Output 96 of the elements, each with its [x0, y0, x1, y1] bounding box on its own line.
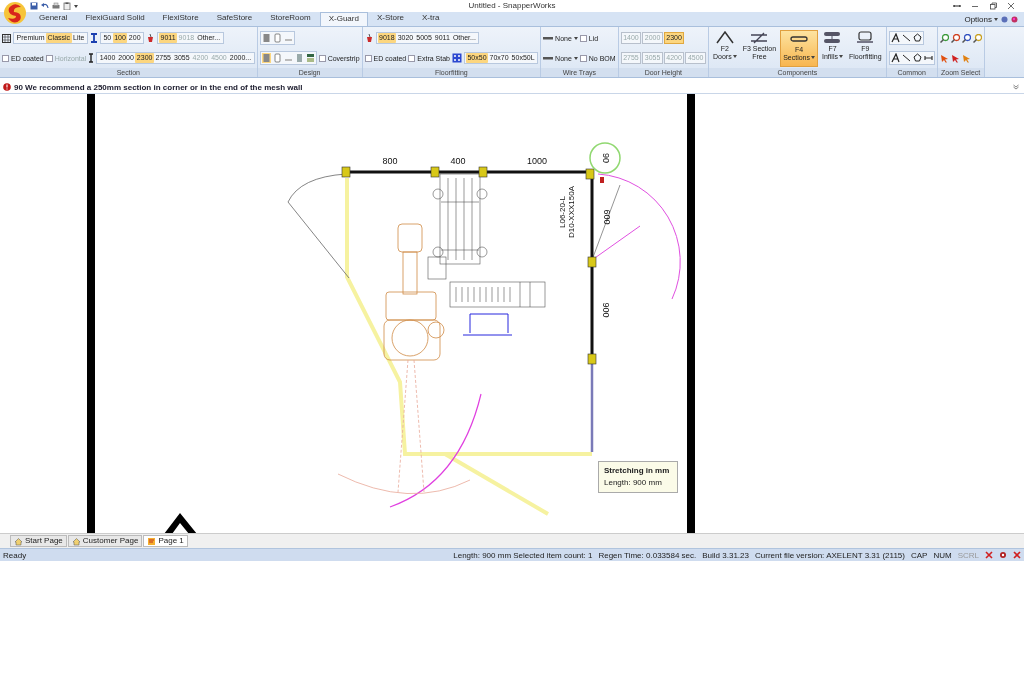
ribbon-tab[interactable]: SafeStore	[207, 12, 262, 26]
ribbon-tab[interactable]: StoreRoom	[261, 12, 320, 26]
checkbox[interactable]	[364, 54, 372, 62]
status-text: Ready	[3, 550, 27, 560]
handle-marker[interactable]	[600, 177, 604, 183]
caret-icon	[838, 54, 843, 58]
page-tab[interactable]: Customer Page	[67, 535, 143, 547]
status-text: Current file version: AXELENT 3.31 (2115)	[755, 550, 905, 560]
part-label: D10-XXX150A	[567, 186, 577, 238]
palette-icon[interactable]	[1011, 16, 1018, 23]
component-icon	[856, 30, 875, 44]
caret-icon	[573, 36, 578, 40]
ribbon-tab[interactable]: X-Store	[367, 12, 414, 26]
panel-style-icon[interactable]	[272, 53, 282, 63]
zoom-icon[interactable]	[972, 33, 982, 43]
dimension-label: 800	[382, 156, 398, 167]
ribbon-tab[interactable]: General	[30, 12, 77, 26]
ribbon-tab[interactable]: X-Guard	[319, 12, 368, 26]
paint-bucket-icon	[146, 33, 156, 43]
page-tab[interactable]: Page 1	[143, 535, 188, 547]
pointer-icon[interactable]	[939, 53, 949, 63]
error-icon	[3, 83, 11, 91]
mesh-panel-icon	[2, 33, 11, 43]
draw-tool-icon[interactable]	[901, 33, 911, 43]
status-text: Length: 900 mm Selected item count: 1	[453, 550, 593, 560]
caret-icon	[74, 4, 78, 8]
status-text: Build 3.31.23	[702, 550, 749, 560]
ribbon-tab[interactable]: FlexiStore	[153, 12, 208, 26]
delete-icon[interactable]	[985, 551, 993, 559]
pointer-icon[interactable]	[950, 53, 960, 63]
undo-icon[interactable]	[41, 2, 49, 10]
zoom-icon[interactable]	[961, 33, 971, 43]
post-icon	[89, 33, 98, 43]
print-icon[interactable]	[52, 2, 60, 10]
delete-icon[interactable]	[1013, 551, 1021, 559]
zoom-icon[interactable]	[939, 33, 949, 43]
component-icon	[750, 30, 769, 44]
status-indicator: CAP	[911, 550, 928, 560]
dimension-label: 400	[450, 156, 466, 167]
draw-tool-icon[interactable]	[890, 53, 900, 63]
message-text: 90 We recommend a 250mm section in corner or in the end of the mesh wall	[14, 82, 303, 92]
selection-circle	[589, 142, 621, 174]
panel-style-icon[interactable]	[261, 33, 271, 43]
caret-icon	[811, 55, 815, 59]
options-menu[interactable]: Options	[964, 15, 998, 24]
base-plate-icon	[451, 53, 462, 63]
expand-icon[interactable]	[1013, 84, 1019, 90]
close-icon[interactable]	[1006, 2, 1016, 10]
caret-icon	[994, 18, 998, 21]
caret-icon	[732, 54, 737, 58]
page-tab[interactable]: Start Page	[10, 535, 67, 547]
status-indicator: SCRL	[957, 550, 979, 560]
house-icon	[14, 536, 23, 546]
checkbox[interactable]	[408, 54, 416, 62]
component-icon	[823, 30, 842, 44]
draw-tool-icon[interactable]	[912, 33, 922, 43]
dimension-label: 600	[601, 209, 612, 225]
checkbox[interactable]	[579, 34, 587, 42]
pointer-icon[interactable]	[961, 53, 971, 63]
status-indicator: NUM	[933, 550, 952, 560]
save-icon[interactable]	[30, 2, 38, 10]
help-icon[interactable]	[1001, 16, 1008, 23]
checkbox[interactable]	[2, 54, 9, 62]
settings-icon[interactable]	[999, 551, 1007, 559]
window-title: Untitled - SnapperWorks	[467, 1, 557, 10]
panel-style-icon[interactable]	[305, 53, 315, 63]
checkbox[interactable]	[318, 54, 326, 62]
dimension-label: 1000	[527, 156, 547, 167]
dimension-label: 90	[600, 153, 611, 163]
draw-tool-icon[interactable]	[890, 33, 900, 43]
height-icon	[88, 53, 95, 63]
dimension-label: 900	[600, 302, 611, 318]
draw-tool-icon[interactable]	[901, 53, 911, 63]
house-icon	[71, 536, 81, 546]
page-icon	[147, 536, 157, 546]
checkbox[interactable]	[579, 54, 587, 62]
zoom-icon[interactable]	[950, 33, 960, 43]
maximize-icon[interactable]	[988, 2, 998, 10]
ribbon-tab[interactable]: X-tra	[413, 12, 449, 26]
component-icon	[715, 30, 734, 44]
restore-down-icon[interactable]	[952, 2, 962, 10]
ribbon-tab[interactable]: FlexiGuard Solid	[76, 12, 154, 26]
tooltip-title: Stretching in mm	[604, 466, 671, 475]
paint-bucket-icon	[364, 33, 374, 43]
panel-style-icon[interactable]	[272, 33, 282, 43]
caret-icon	[573, 56, 578, 60]
part-label: L06-20-L	[558, 196, 568, 228]
clipboard-icon[interactable]	[63, 2, 71, 10]
tray-icon	[543, 35, 554, 41]
tray-icon	[543, 55, 554, 61]
status-text: Regen Time: 0.033584 sec.	[598, 550, 697, 560]
draw-tool-icon[interactable]	[912, 53, 922, 63]
chevron-drawing	[164, 513, 197, 533]
tooltip-text: Length: 900 mm	[604, 478, 663, 487]
draw-tool-icon[interactable]	[923, 53, 933, 63]
panel-style-icon[interactable]	[261, 53, 271, 63]
